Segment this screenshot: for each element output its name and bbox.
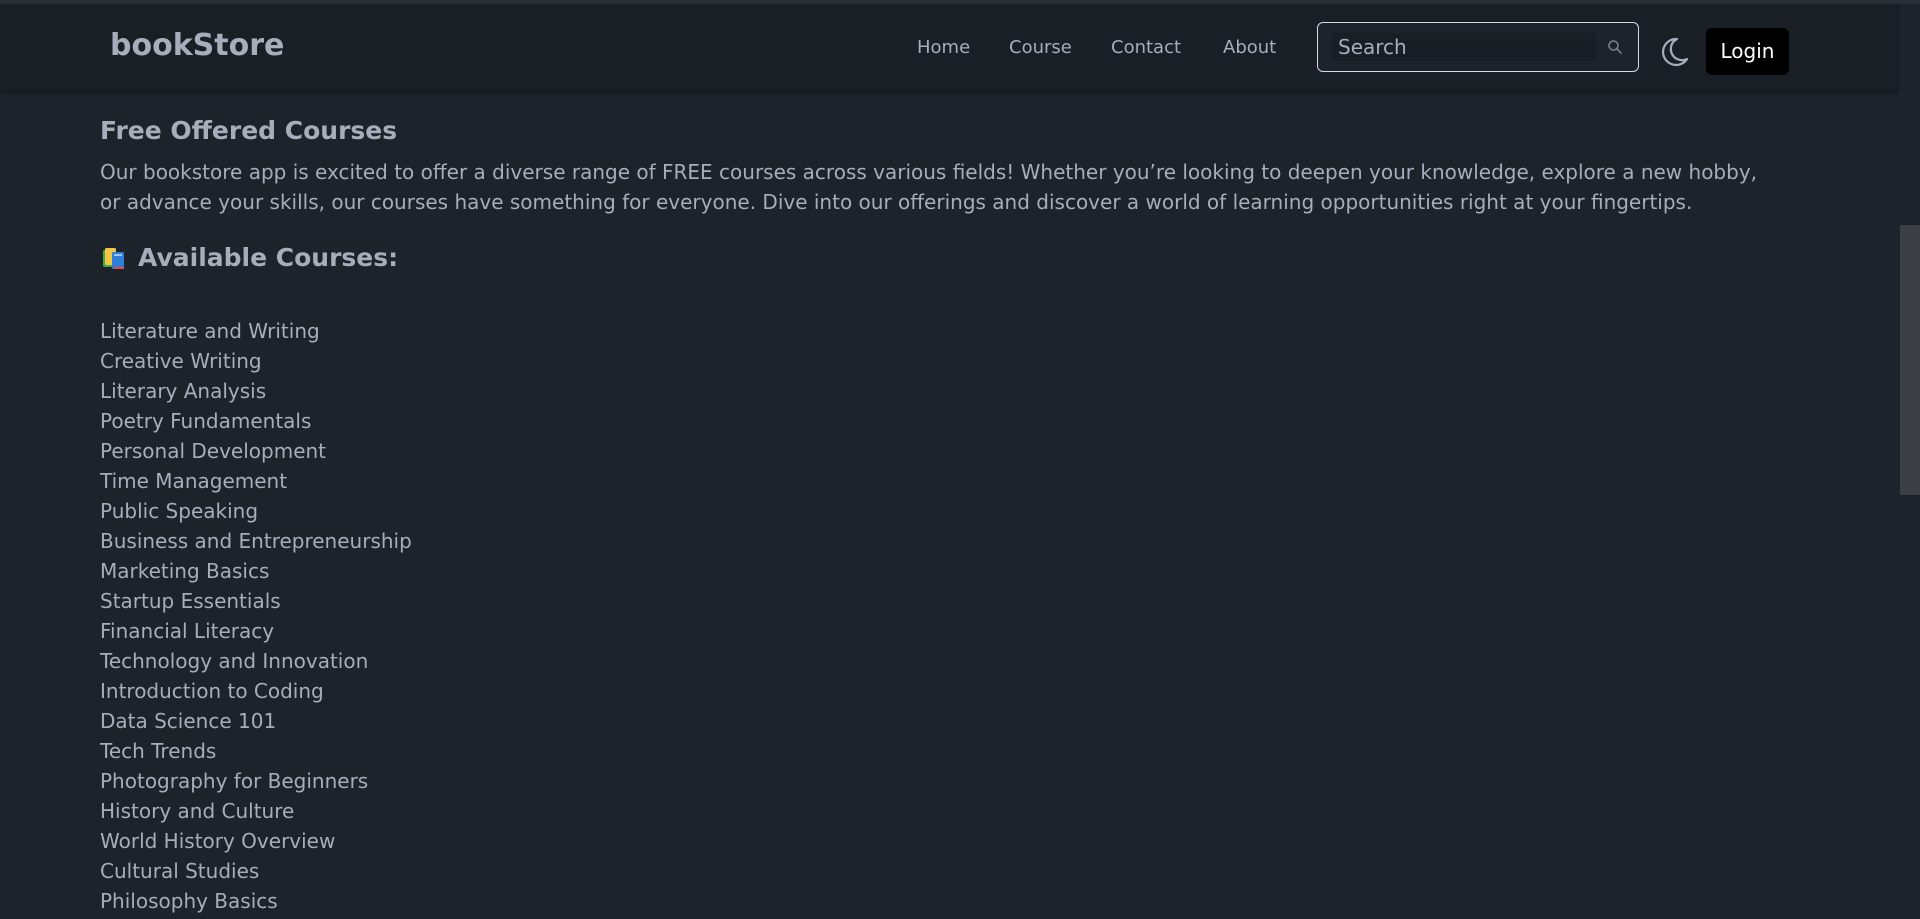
course-item: Creative Writing <box>100 349 262 373</box>
course-item: Financial Literacy <box>100 619 275 643</box>
page-title: Free Offered Courses <box>100 116 398 145</box>
navbar: bookStore Home Course Contact About Logi… <box>0 4 1900 90</box>
brand-logo[interactable]: bookStore <box>110 28 284 63</box>
main-content: Free Offered Courses Our bookstore app i… <box>100 112 1780 916</box>
login-button[interactable]: Login <box>1706 28 1789 75</box>
course-item: Introduction to Coding <box>100 679 324 703</box>
course-item: Literary Analysis <box>100 379 267 403</box>
course-item: Photography for Beginners <box>100 769 369 793</box>
course-item: Data Science 101 <box>100 709 277 733</box>
nav-contact-link[interactable]: Contact <box>1111 37 1181 58</box>
course-item: Literature and Writing <box>100 319 320 343</box>
course-item: Philosophy Basics <box>100 889 278 913</box>
books-icon <box>103 247 124 269</box>
nav-about-link[interactable]: About <box>1223 37 1276 58</box>
search-input[interactable] <box>1332 33 1596 61</box>
course-item: Startup Essentials <box>100 589 281 613</box>
course-item: Poetry Fundamentals <box>100 409 312 433</box>
course-item: Public Speaking <box>100 499 259 523</box>
course-item: Tech Trends <box>100 739 217 763</box>
course-item: Cultural Studies <box>100 859 260 883</box>
scrollbar-thumb[interactable] <box>1900 225 1920 495</box>
course-item: Technology and Innovation <box>100 649 369 673</box>
course-list: Literature and Writing Creative Writing … <box>100 316 1780 916</box>
course-item: Time Management <box>100 469 288 493</box>
course-item: Business and Entrepreneurship <box>100 529 412 553</box>
moon-icon[interactable] <box>1657 35 1691 69</box>
course-item: Personal Development <box>100 439 327 463</box>
available-courses-heading: Available Courses: <box>100 243 1780 272</box>
course-item: History and Culture <box>100 799 295 823</box>
nav-home-link[interactable]: Home <box>917 37 970 58</box>
available-courses-label: Available Courses: <box>138 243 399 272</box>
course-item: World History Overview <box>100 829 336 853</box>
search-box <box>1317 22 1639 72</box>
course-item: Marketing Basics <box>100 559 270 583</box>
search-icon[interactable] <box>1607 39 1623 55</box>
page-description: Our bookstore app is excited to offer a … <box>100 160 1758 214</box>
nav-course-link[interactable]: Course <box>1009 37 1072 58</box>
